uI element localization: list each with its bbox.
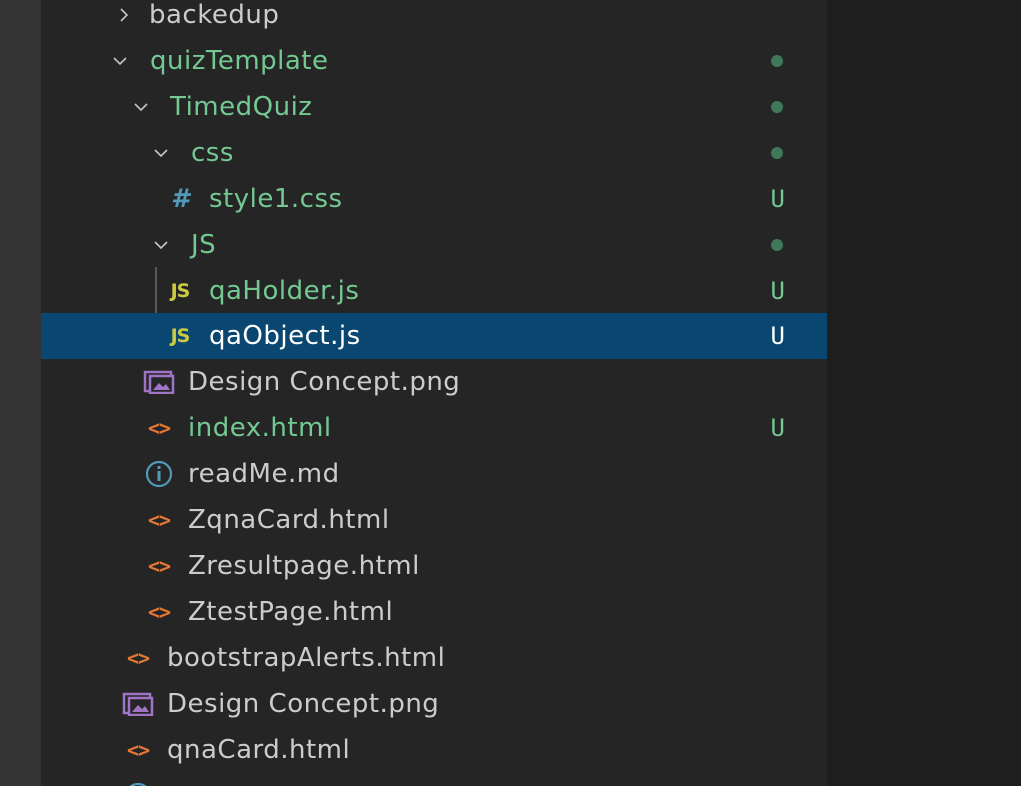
modified-dot-icon: [771, 147, 783, 159]
tree-item-style1-css[interactable]: # style1.css U: [41, 176, 827, 222]
git-status: [771, 130, 785, 176]
tree-item-qaobject-js[interactable]: JS qaObject.js U: [41, 313, 827, 359]
tree-item-label: JS: [191, 230, 217, 260]
image-file-icon: [121, 681, 155, 727]
git-status: [771, 38, 785, 84]
info-icon: [142, 451, 176, 497]
modified-dot-icon: [771, 239, 783, 251]
tree-item-label: qnaCard.html: [167, 735, 351, 765]
modified-dot-icon: [771, 55, 783, 67]
git-status: [771, 84, 785, 130]
untracked-badge: U: [770, 185, 785, 213]
js-file-icon: JS: [170, 280, 191, 302]
tree-item-label: Design Concept.png: [188, 367, 461, 397]
tree-item-label: bootstrapAlerts.html: [167, 643, 446, 673]
html-file-icon: <>: [147, 416, 171, 440]
tree-item-design-concept-png[interactable]: Design Concept.png: [41, 359, 827, 405]
editor-area: [827, 0, 1021, 786]
chevron-down-icon: [105, 38, 135, 84]
tree-item-timedquiz[interactable]: TimedQuiz: [41, 84, 827, 130]
tree-item-label: Zresultpage.html: [188, 551, 420, 581]
git-status: U: [771, 268, 785, 314]
tree-item-qnacard-html[interactable]: <> qnaCard.html: [41, 727, 827, 773]
tree-item-label: ZqnaCard.html: [188, 505, 390, 535]
tree-item-label: index.html: [188, 413, 332, 443]
tree-item-label: qaHolder.js: [209, 276, 360, 306]
chevron-down-icon: [146, 222, 176, 268]
tree-item-zqnacard-html[interactable]: <> ZqnaCard.html: [41, 497, 827, 543]
tree-item-label: quizTemplate: [150, 46, 329, 76]
tree-item-label: ZtestPage.html: [188, 597, 394, 627]
info-icon: [121, 773, 155, 786]
html-file-icon: <>: [147, 600, 171, 624]
html-file-icon: <>: [147, 508, 171, 532]
tree-item-css[interactable]: css: [41, 130, 827, 176]
git-status: [771, 222, 785, 268]
modified-dot-icon: [771, 101, 783, 113]
tree-item-label: backedup: [149, 0, 280, 30]
tree-item-backedup[interactable]: backedup: [41, 0, 827, 38]
tree-item-readme-md[interactable]: readMe.md: [41, 451, 827, 497]
tree-item-bootstrapalerts-html[interactable]: <> bootstrapAlerts.html: [41, 635, 827, 681]
tree-item-zresultpage-html[interactable]: <> Zresultpage.html: [41, 543, 827, 589]
git-status: U: [771, 176, 785, 222]
tree-item-label: readMe.md: [188, 459, 340, 489]
html-file-icon: <>: [126, 738, 150, 762]
tree-item-quiztemplate[interactable]: quizTemplate: [41, 38, 827, 84]
chevron-right-icon: [109, 0, 139, 38]
tree-item-ztestpage-html[interactable]: <> ZtestPage.html: [41, 589, 827, 635]
tree-item-design-concept-png-2[interactable]: Design Concept.png: [41, 681, 827, 727]
tree-item-label: css: [191, 138, 234, 168]
html-file-icon: <>: [126, 646, 150, 670]
git-status: U: [771, 405, 785, 451]
tree-item-label: qaObject.js: [209, 321, 361, 351]
tree-item-qaholder-js[interactable]: JS qaHolder.js U: [41, 268, 827, 314]
image-file-icon: [142, 359, 176, 405]
git-status: U: [771, 313, 785, 359]
tree-item-js-folder[interactable]: JS: [41, 222, 827, 268]
css-hash-icon: #: [170, 184, 190, 214]
chevron-down-icon: [126, 84, 156, 130]
tree-item-label: style1.css: [209, 184, 343, 214]
tree-item-partial[interactable]: [41, 773, 827, 786]
untracked-badge: U: [770, 414, 785, 442]
file-explorer-tree: backedup quizTemplate TimedQuiz css # st…: [41, 0, 827, 786]
untracked-badge: U: [770, 277, 785, 305]
js-file-icon: JS: [170, 325, 191, 347]
tree-item-label: Design Concept.png: [167, 689, 440, 719]
tree-item-label: TimedQuiz: [170, 92, 313, 122]
activity-bar-edge: [0, 0, 41, 786]
tree-item-index-html[interactable]: <> index.html U: [41, 405, 827, 451]
untracked-badge: U: [770, 322, 785, 350]
chevron-down-icon: [146, 130, 176, 176]
html-file-icon: <>: [147, 554, 171, 578]
